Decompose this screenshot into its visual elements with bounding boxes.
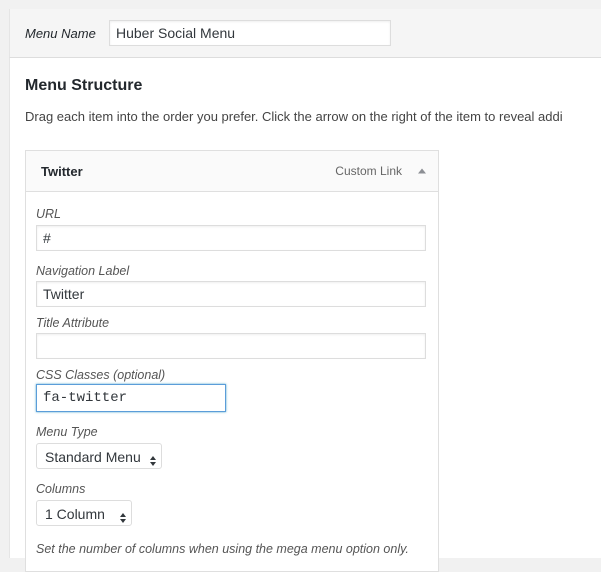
navigation-label-input[interactable]: Twitter bbox=[36, 281, 426, 307]
menu-type-value: Standard Menu bbox=[45, 449, 141, 465]
select-arrows-icon bbox=[119, 507, 127, 523]
url-input[interactable]: # bbox=[36, 225, 426, 251]
menu-item-title: Twitter bbox=[41, 164, 83, 179]
menu-structure-description: Drag each item into the order you prefer… bbox=[25, 109, 563, 124]
css-classes-label: CSS Classes (optional) bbox=[36, 368, 166, 382]
columns-help-text: Set the number of columns when using the… bbox=[36, 542, 409, 556]
columns-value: 1 Column bbox=[45, 506, 105, 522]
menu-name-input[interactable]: Huber Social Menu bbox=[109, 20, 391, 46]
columns-label: Columns bbox=[36, 482, 86, 496]
menu-item-type: Custom Link bbox=[335, 164, 402, 178]
menu-name-bar: Menu Name Huber Social Menu bbox=[9, 9, 601, 58]
arrow-up-icon[interactable] bbox=[416, 164, 428, 176]
css-classes-input[interactable]: fa-twitter bbox=[36, 384, 226, 412]
menu-structure-title: Menu Structure bbox=[25, 77, 143, 94]
title-attribute-label: Title Attribute bbox=[36, 316, 110, 330]
menu-structure-panel: Menu Structure Drag each item into the o… bbox=[9, 58, 601, 572]
url-label: URL bbox=[36, 207, 62, 221]
menu-item-twitter: Twitter Custom Link URL # Navigation Lab… bbox=[25, 150, 439, 572]
menu-name-label: Menu Name bbox=[25, 26, 96, 41]
menu-item-handle[interactable]: Twitter Custom Link bbox=[26, 151, 438, 192]
menu-type-select[interactable]: Standard Menu bbox=[36, 443, 162, 469]
navigation-label-label: Navigation Label bbox=[36, 264, 130, 278]
title-attribute-input[interactable] bbox=[36, 333, 426, 359]
columns-select[interactable]: 1 Column bbox=[36, 500, 132, 526]
menu-type-label: Menu Type bbox=[36, 425, 98, 439]
select-arrows-icon bbox=[149, 450, 157, 466]
